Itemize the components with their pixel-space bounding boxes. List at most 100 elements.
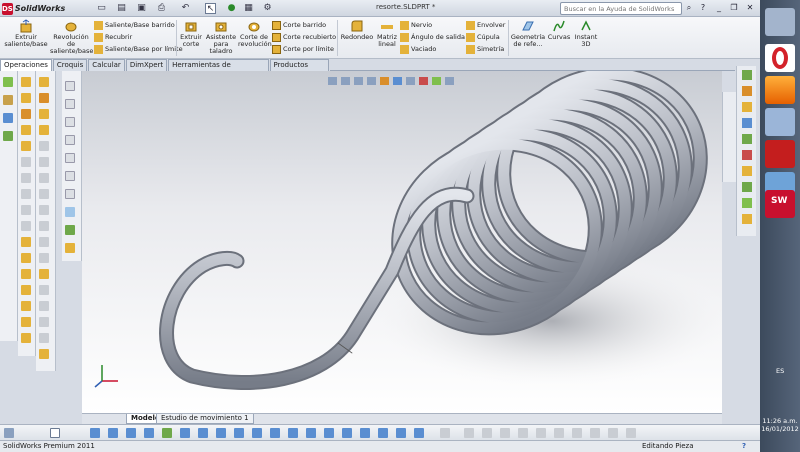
- spring-model[interactable]: [82, 71, 722, 413]
- shaded-contours-icon[interactable]: [626, 428, 636, 438]
- solidworks-taskbar-icon[interactable]: SW: [765, 190, 795, 218]
- convert-entities-icon[interactable]: [378, 428, 388, 438]
- rib-side-icon[interactable]: [21, 237, 31, 247]
- text-tool-icon[interactable]: [324, 428, 334, 438]
- custom-properties-icon[interactable]: [742, 166, 752, 176]
- helix-icon[interactable]: [65, 189, 75, 199]
- arc-tool-icon[interactable]: [144, 428, 154, 438]
- hole-wizard-button[interactable]: Asistente para taladro: [205, 19, 237, 55]
- trim-surface-icon[interactable]: [39, 157, 49, 167]
- display-relations-icon[interactable]: [536, 428, 546, 438]
- file-explorer-icon[interactable]: [742, 102, 752, 112]
- revolve-icon[interactable]: [21, 93, 31, 103]
- combine-side-icon[interactable]: [21, 317, 31, 327]
- dome-button[interactable]: Cúpula: [466, 32, 500, 43]
- polygon-tool-icon[interactable]: [198, 428, 208, 438]
- scale-icon[interactable]: [39, 301, 49, 311]
- projected-curve-icon[interactable]: [65, 225, 75, 235]
- indent-icon[interactable]: [39, 285, 49, 295]
- file-properties-icon[interactable]: ▦: [243, 3, 254, 14]
- rectangle-tool-icon[interactable]: [108, 428, 118, 438]
- help-status-icon[interactable]: ?: [742, 441, 746, 452]
- point-tool-icon[interactable]: [342, 428, 352, 438]
- new-document-icon[interactable]: ▭: [96, 3, 107, 14]
- rib-button[interactable]: Nervio: [400, 20, 432, 31]
- tab-motion-study[interactable]: Estudio de movimiento 1: [156, 414, 254, 424]
- task-pane-extra-icon[interactable]: [742, 214, 752, 224]
- circular-sketch-pattern-icon[interactable]: [414, 428, 424, 438]
- solidworks-logo[interactable]: DS SolidWorks: [2, 2, 65, 15]
- design-library-icon[interactable]: [742, 86, 752, 96]
- sweep-icon[interactable]: [21, 109, 31, 119]
- help-icon[interactable]: ?: [697, 2, 709, 14]
- mirror-tool-icon[interactable]: [270, 428, 280, 438]
- rapid-sketch-icon[interactable]: [590, 428, 600, 438]
- extrude-cut-button[interactable]: Extruir corte: [178, 19, 204, 48]
- coordinate-system-icon[interactable]: [65, 117, 75, 127]
- rectangle-icon[interactable]: [3, 113, 13, 123]
- replace-face-icon[interactable]: [39, 221, 49, 231]
- graphics-area[interactable]: [82, 71, 722, 413]
- extrude-boss-button[interactable]: Extruir saliente/base: [4, 19, 48, 48]
- print-icon[interactable]: ⎙: [156, 3, 167, 14]
- line-tool-icon[interactable]: [90, 428, 100, 438]
- cut-icon[interactable]: [39, 93, 49, 103]
- toolbox-icon[interactable]: [742, 198, 752, 208]
- revolve-boss-button[interactable]: Revolución de saliente/base: [50, 19, 93, 55]
- chamfer-tool-icon[interactable]: [306, 428, 316, 438]
- copy-entities-icon[interactable]: [500, 428, 510, 438]
- shell-side-icon[interactable]: [21, 173, 31, 183]
- explorer-icon[interactable]: [765, 108, 795, 136]
- offset-tool-icon[interactable]: [252, 428, 262, 438]
- firefox-icon[interactable]: [765, 76, 795, 104]
- mirror-side-icon[interactable]: [21, 205, 31, 215]
- fillet-button[interactable]: Redondeo: [339, 19, 375, 41]
- delete-face-icon[interactable]: [39, 205, 49, 215]
- wrap-side-icon[interactable]: [21, 285, 31, 295]
- tab-office-products[interactable]: Productos Office: [269, 59, 329, 80]
- hole-side-icon[interactable]: [21, 221, 31, 231]
- centerline-tool-icon[interactable]: [360, 428, 370, 438]
- deform-icon[interactable]: [39, 253, 49, 263]
- language-indicator[interactable]: ES: [776, 367, 784, 375]
- resources-icon[interactable]: [742, 70, 752, 80]
- thread-icon[interactable]: [39, 333, 49, 343]
- system-clock[interactable]: 11:26 a.m. 16/01/2012: [761, 417, 799, 433]
- add-relation-icon[interactable]: [518, 428, 528, 438]
- open-folder-icon[interactable]: ▤: [116, 3, 127, 14]
- fillet-side-icon[interactable]: [21, 141, 31, 151]
- instant2d-icon[interactable]: [608, 428, 618, 438]
- trim-tool-icon[interactable]: [216, 428, 226, 438]
- help-search-input[interactable]: [560, 2, 682, 15]
- cosmetic-thread-icon[interactable]: [39, 349, 49, 359]
- extrude-icon[interactable]: [21, 77, 31, 87]
- save-icon[interactable]: ▣: [136, 3, 147, 14]
- dome-side-icon[interactable]: [21, 269, 31, 279]
- search-pane-icon[interactable]: [742, 118, 752, 128]
- reference-geometry-button[interactable]: Geometría de refe...: [510, 19, 546, 48]
- ellipse-tool-icon[interactable]: [180, 428, 190, 438]
- draft-button[interactable]: Ángulo de salida: [400, 32, 465, 43]
- tab-calcular[interactable]: Calcular: [88, 59, 125, 71]
- undo-icon[interactable]: ↶: [180, 3, 191, 14]
- close-icon[interactable]: ✕: [744, 2, 756, 14]
- loft-cut-button[interactable]: Corte recubierto: [272, 32, 336, 43]
- select-tool-icon[interactable]: [50, 428, 60, 438]
- wrap-button[interactable]: Envolver: [466, 20, 505, 31]
- offset-surface-icon[interactable]: [39, 125, 49, 135]
- line-icon[interactable]: [3, 95, 13, 105]
- curves-button[interactable]: Curvas: [546, 19, 572, 41]
- fillet-tool-icon[interactable]: [288, 428, 298, 438]
- acrobat-icon[interactable]: [765, 140, 795, 168]
- select-arrow-icon[interactable]: ↖: [205, 3, 216, 14]
- minimize-icon[interactable]: _: [713, 2, 725, 14]
- linear-sketch-pattern-icon[interactable]: [396, 428, 406, 438]
- swept-boss-button[interactable]: Saliente/Base barrido: [94, 20, 175, 31]
- split-line-icon[interactable]: [65, 207, 75, 217]
- rebuild-icon[interactable]: ●: [226, 3, 237, 14]
- move-face-icon[interactable]: [39, 189, 49, 199]
- thicken-icon[interactable]: [39, 173, 49, 183]
- draft-side-icon[interactable]: [21, 253, 31, 263]
- split-side-icon[interactable]: [21, 301, 31, 311]
- circle-tool-icon[interactable]: [126, 428, 136, 438]
